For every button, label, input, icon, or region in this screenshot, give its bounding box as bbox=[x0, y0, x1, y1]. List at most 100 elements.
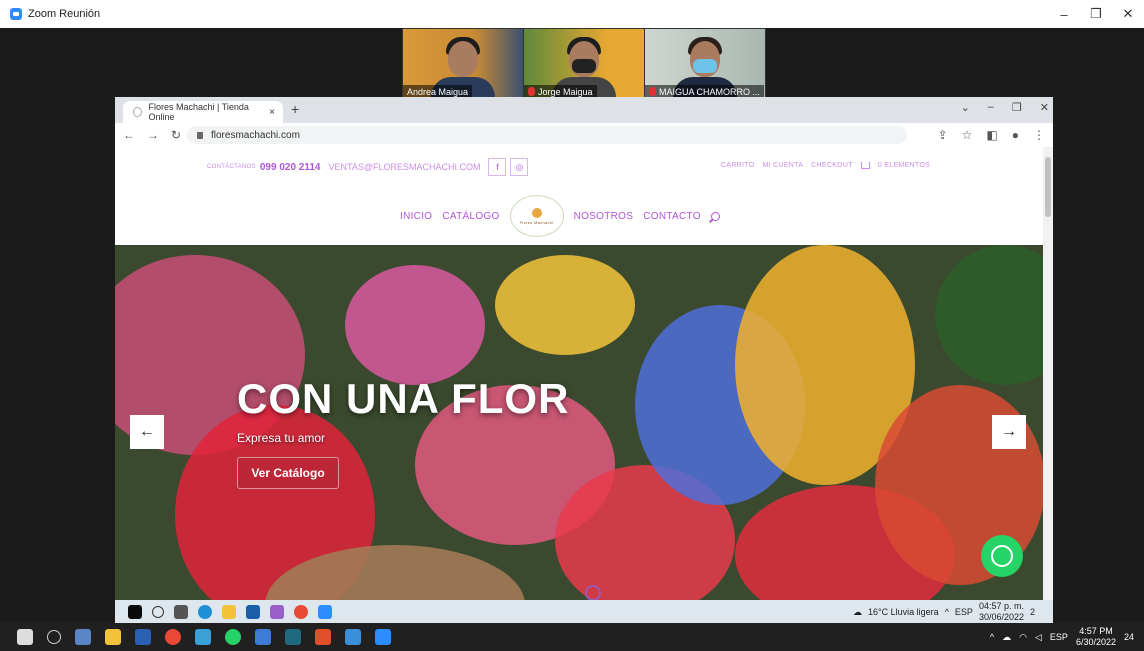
instagram-icon[interactable]: ◎ bbox=[510, 158, 529, 176]
edge-icon[interactable] bbox=[198, 605, 212, 619]
mic-muted-icon bbox=[649, 87, 656, 96]
tab-search-icon[interactable]: ⌄ bbox=[961, 101, 970, 114]
volume-icon[interactable]: ◁ bbox=[1035, 632, 1042, 643]
mail-icon[interactable] bbox=[255, 629, 271, 645]
main-nav: INICIO CATÁLOGO Flores Machachi NOSOTROS… bbox=[400, 191, 720, 241]
windows-start-icon[interactable] bbox=[17, 629, 33, 645]
search-icon[interactable] bbox=[152, 606, 164, 618]
paint-icon[interactable] bbox=[270, 605, 284, 619]
address-bar-row: ← → ↻ floresmachachi.com ⇪ ☆ ◧ ● ⋮ bbox=[115, 123, 1053, 148]
prev-slide-button[interactable]: ← bbox=[130, 415, 164, 449]
cart-count[interactable]: 0 ELEMENTOS bbox=[878, 162, 930, 169]
chevron-up-icon[interactable]: ^ bbox=[990, 632, 994, 642]
nav-inicio[interactable]: INICIO bbox=[400, 211, 432, 222]
brave-icon[interactable] bbox=[315, 629, 331, 645]
phone-link[interactable]: 099 020 2114 bbox=[260, 162, 321, 173]
language-indicator[interactable]: ESP bbox=[955, 607, 973, 617]
chrome-icon[interactable] bbox=[294, 605, 308, 619]
favicon-icon bbox=[133, 107, 143, 117]
minimize-icon[interactable]: – bbox=[988, 101, 994, 114]
logo-text: Flores Machachi bbox=[519, 219, 554, 225]
lock-icon bbox=[197, 131, 203, 139]
minimize-icon[interactable]: – bbox=[1048, 0, 1080, 28]
whatsapp-icon[interactable] bbox=[225, 629, 241, 645]
side-panel-icon[interactable]: ◧ bbox=[986, 128, 997, 142]
tab-close-icon[interactable]: × bbox=[269, 107, 275, 118]
tab-strip: Flores Machachi | Tienda Online × + ⌄ – … bbox=[115, 97, 1053, 123]
next-slide-button[interactable]: → bbox=[992, 415, 1026, 449]
mic-muted-icon bbox=[528, 87, 535, 96]
close-icon[interactable]: ✕ bbox=[1112, 0, 1144, 28]
language-indicator[interactable]: ESP bbox=[1050, 632, 1068, 642]
back-icon[interactable]: ← bbox=[123, 128, 135, 142]
file-explorer-icon[interactable] bbox=[222, 605, 236, 619]
zoom-taskbar-icon[interactable] bbox=[318, 605, 332, 619]
share-icon[interactable]: ⇪ bbox=[938, 128, 948, 142]
site-logo[interactable]: Flores Machachi bbox=[509, 195, 564, 237]
notification-badge[interactable]: 24 bbox=[1124, 632, 1134, 642]
task-view-icon[interactable] bbox=[174, 605, 188, 619]
zoom-window-controls: – ❐ ✕ bbox=[1048, 0, 1144, 28]
word-icon[interactable] bbox=[135, 629, 151, 645]
clock[interactable]: 4:57 PM 6/30/2022 bbox=[1076, 626, 1116, 648]
search-icon[interactable] bbox=[47, 630, 61, 644]
restore-icon[interactable]: ❐ bbox=[1012, 101, 1022, 114]
photos-icon[interactable] bbox=[345, 629, 361, 645]
facebook-icon[interactable]: f bbox=[488, 158, 507, 176]
nav-contacto[interactable]: CONTACTO bbox=[643, 211, 701, 222]
new-tab-button[interactable]: + bbox=[291, 101, 299, 117]
whatsapp-icon bbox=[991, 545, 1013, 567]
contact-bar: CONTÁCTANOS 099 020 2114 VENTAS@FLORESMA… bbox=[207, 158, 532, 176]
participant-tile[interactable]: MAIGUA CHAMORRO ... bbox=[644, 28, 766, 100]
menu-icon[interactable]: ⋮ bbox=[1033, 128, 1045, 142]
participant-tile[interactable]: Andrea Maigua bbox=[402, 28, 524, 100]
weather-text[interactable]: 16°C Lluvia ligera bbox=[868, 607, 939, 617]
systray: ^ ☁ ◠ ◁ ESP 4:57 PM 6/30/2022 24 bbox=[990, 623, 1134, 651]
page-scrollbar[interactable] bbox=[1043, 147, 1053, 609]
zoom-icon bbox=[10, 8, 22, 20]
zoom-taskbar-icon[interactable] bbox=[375, 629, 391, 645]
tab-title: Flores Machachi | Tienda Online bbox=[148, 102, 249, 122]
close-icon[interactable]: ✕ bbox=[1040, 101, 1049, 114]
onedrive-icon[interactable]: ☁ bbox=[1002, 632, 1011, 643]
windows-start-icon[interactable] bbox=[128, 605, 142, 619]
catalog-button[interactable]: Ver Catálogo bbox=[237, 457, 339, 489]
app-icon[interactable] bbox=[75, 629, 91, 645]
hero-slider: CON UNA FLOR Expresa tu amor Ver Catálog… bbox=[115, 245, 1043, 609]
hero-subtitle: Expresa tu amor bbox=[237, 431, 326, 445]
shared-clock[interactable]: 04:57 p. m. 30/06/2022 bbox=[979, 601, 1024, 623]
shared-screen-browser: Flores Machachi | Tienda Online × + ⌄ – … bbox=[115, 97, 1053, 609]
profile-icon[interactable]: ● bbox=[1012, 128, 1019, 142]
nav-catalogo[interactable]: CATÁLOGO bbox=[442, 211, 499, 222]
file-explorer-icon[interactable] bbox=[105, 629, 121, 645]
browser-tab[interactable]: Flores Machachi | Tienda Online × bbox=[123, 101, 283, 123]
forward-icon[interactable]: → bbox=[147, 128, 159, 142]
zoom-window-title: Zoom Reunión bbox=[28, 8, 101, 20]
whatsapp-button[interactable] bbox=[981, 535, 1023, 577]
weather-icon: ☁ bbox=[853, 606, 863, 617]
bookmark-star-icon[interactable]: ☆ bbox=[962, 128, 973, 142]
wifi-icon[interactable]: ◠ bbox=[1019, 632, 1027, 643]
slide-indicator[interactable] bbox=[585, 585, 601, 601]
app-icon[interactable] bbox=[285, 629, 301, 645]
reload-icon[interactable]: ↻ bbox=[171, 128, 181, 142]
notification-badge[interactable]: 2 bbox=[1030, 607, 1035, 617]
app-icon[interactable] bbox=[195, 629, 211, 645]
chrome-icon[interactable] bbox=[165, 629, 181, 645]
search-icon[interactable] bbox=[710, 211, 720, 221]
browser-window-controls: ⌄ – ❐ ✕ bbox=[961, 101, 1049, 114]
url-field[interactable]: floresmachachi.com bbox=[187, 126, 907, 144]
cart-icon bbox=[860, 162, 870, 169]
checkout-link[interactable]: CHECKOUT bbox=[811, 162, 853, 169]
nav-nosotros[interactable]: NOSOTROS bbox=[574, 211, 634, 222]
my-account-link[interactable]: MI CUENTA bbox=[762, 162, 803, 169]
store-icon[interactable] bbox=[246, 605, 260, 619]
restore-icon[interactable]: ❐ bbox=[1080, 0, 1112, 28]
email-link[interactable]: VENTAS@FLORESMACHACHI.COM bbox=[328, 162, 480, 172]
shared-taskbar: ☁ 16°C Lluvia ligera ^ ESP 04:57 p. m. 3… bbox=[115, 600, 1053, 624]
chevron-up-icon[interactable]: ^ bbox=[945, 607, 949, 617]
shop-links: CARRITO MI CUENTA CHECKOUT 0 ELEMENTOS bbox=[721, 162, 930, 169]
contact-label: CONTÁCTANOS bbox=[207, 164, 256, 170]
participant-tile[interactable]: Jorge Maigua bbox=[523, 28, 645, 100]
cart-link[interactable]: CARRITO bbox=[721, 162, 754, 169]
